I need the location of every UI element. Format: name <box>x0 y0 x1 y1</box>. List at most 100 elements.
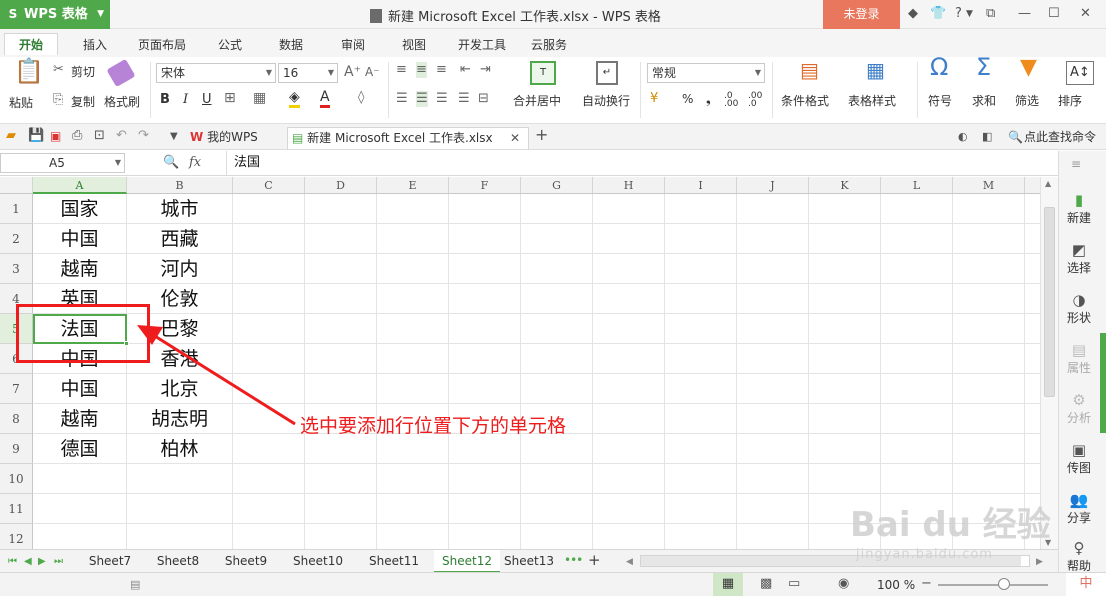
cell[interactable] <box>305 344 377 374</box>
cell[interactable] <box>809 254 881 284</box>
cell[interactable] <box>377 524 449 549</box>
fill-pattern-icon[interactable]: ▦ <box>253 90 266 106</box>
cell[interactable] <box>881 284 953 314</box>
redo-icon[interactable]: ↷ <box>138 128 149 144</box>
cell[interactable] <box>953 194 1025 224</box>
side-new-button[interactable]: ▮ 新建 <box>1059 191 1099 226</box>
align-bottom-icon[interactable]: ≡ <box>436 62 447 78</box>
tab-page-layout[interactable]: 页面布局 <box>138 34 186 56</box>
cell[interactable] <box>953 344 1025 374</box>
more-sheets-icon[interactable]: ••• <box>564 552 583 568</box>
tab-home[interactable]: 开始 <box>4 33 59 55</box>
cell[interactable] <box>953 374 1025 404</box>
cell[interactable]: 德国 <box>33 434 127 464</box>
font-name-select[interactable]: 宋体 ▼ <box>156 63 276 83</box>
cell[interactable] <box>305 434 377 464</box>
sheet-tab[interactable]: Sheet8 <box>146 550 210 573</box>
cell[interactable] <box>593 404 665 434</box>
normal-view-icon[interactable]: ▦ <box>713 573 743 596</box>
cell[interactable] <box>449 494 521 524</box>
cell[interactable] <box>665 284 737 314</box>
cell[interactable] <box>233 224 305 254</box>
cell[interactable] <box>737 404 809 434</box>
minimize-icon[interactable]: — <box>1018 5 1031 23</box>
new-tab-icon[interactable]: + <box>535 127 548 143</box>
row-header[interactable]: 11 <box>0 494 33 524</box>
column-header-d[interactable]: D <box>305 177 377 194</box>
cell[interactable] <box>377 194 449 224</box>
ime-indicator[interactable]: 中 <box>1066 573 1106 596</box>
cell[interactable] <box>809 404 881 434</box>
tab-insert[interactable]: 插入 <box>83 34 107 56</box>
cell[interactable] <box>377 344 449 374</box>
cell[interactable] <box>33 524 127 549</box>
column-header-g[interactable]: G <box>521 177 593 194</box>
fill-color-icon[interactable]: ◈ <box>289 89 300 108</box>
column-header-k[interactable]: K <box>809 177 881 194</box>
copy-button[interactable]: 复制 <box>71 94 95 110</box>
cell[interactable] <box>809 284 881 314</box>
justify-icon[interactable]: ☰ <box>458 91 470 107</box>
side-shape-button[interactable]: ◑ 形状 <box>1059 291 1099 326</box>
name-box[interactable]: A5 ▼ <box>0 153 125 173</box>
sheet-tab[interactable]: Sheet11 <box>358 550 430 573</box>
paste-button[interactable]: 粘贴 <box>9 95 33 111</box>
pdf-icon[interactable]: ▣ <box>50 128 61 144</box>
chevron-down-icon[interactable]: ▼ <box>966 5 973 23</box>
cell[interactable] <box>809 224 881 254</box>
column-header-j[interactable]: J <box>737 177 809 194</box>
indent-increase-icon[interactable]: ⇥ <box>480 62 491 78</box>
cell[interactable] <box>953 254 1025 284</box>
sheet-tab-active[interactable]: Sheet12 <box>434 550 500 573</box>
cell[interactable]: 国家 <box>33 194 127 224</box>
scroll-thumb[interactable] <box>1044 207 1055 397</box>
cell[interactable]: 北京 <box>127 374 233 404</box>
cell[interactable] <box>665 314 737 344</box>
cell[interactable]: 河内 <box>127 254 233 284</box>
cell[interactable] <box>233 464 305 494</box>
percent-button[interactable]: % <box>682 91 693 107</box>
cell[interactable] <box>127 524 233 549</box>
formula-input[interactable]: 法国 <box>234 155 260 171</box>
cell[interactable] <box>593 434 665 464</box>
cell[interactable] <box>665 224 737 254</box>
merge-center-button[interactable]: 合并居中 <box>513 93 561 109</box>
skin-icon[interactable]: ◆ <box>908 5 918 23</box>
cell[interactable] <box>1025 284 1040 314</box>
cell[interactable]: 越南 <box>33 254 127 284</box>
first-sheet-icon[interactable]: ⏮ <box>8 554 17 570</box>
cell[interactable] <box>593 494 665 524</box>
indent-decrease-icon[interactable]: ⇤ <box>460 62 471 78</box>
cell[interactable] <box>593 314 665 344</box>
cell[interactable]: 西藏 <box>127 224 233 254</box>
cell[interactable] <box>737 194 809 224</box>
tab-cloud[interactable]: 云服务 <box>531 34 567 56</box>
shirt-icon[interactable]: 👕 <box>930 5 946 23</box>
cell[interactable] <box>233 194 305 224</box>
cell[interactable] <box>33 494 127 524</box>
cell[interactable] <box>305 524 377 549</box>
cell[interactable] <box>449 464 521 494</box>
cell[interactable]: 胡志明 <box>127 404 233 434</box>
cell[interactable] <box>521 284 593 314</box>
cell[interactable] <box>953 314 1025 344</box>
cell[interactable] <box>593 194 665 224</box>
cell[interactable] <box>449 254 521 284</box>
cell[interactable] <box>593 224 665 254</box>
cell[interactable] <box>809 194 881 224</box>
format-painter-button[interactable]: 格式刷 <box>104 94 140 110</box>
symbol-button[interactable]: 符号 <box>928 93 952 109</box>
function-button[interactable]: fx <box>189 155 201 171</box>
row-header[interactable]: 9 <box>0 434 33 464</box>
cell[interactable] <box>737 224 809 254</box>
align-right-icon[interactable]: ☰ <box>436 91 448 107</box>
side-upload-image-button[interactable]: ▣ 传图 <box>1059 441 1099 476</box>
cell[interactable] <box>665 194 737 224</box>
cell[interactable] <box>377 434 449 464</box>
cell[interactable] <box>305 224 377 254</box>
add-sheet-icon[interactable]: + <box>588 552 601 568</box>
cell[interactable] <box>593 464 665 494</box>
cell[interactable] <box>737 374 809 404</box>
align-top-icon[interactable]: ≡ <box>396 62 407 78</box>
cell[interactable] <box>1025 224 1040 254</box>
